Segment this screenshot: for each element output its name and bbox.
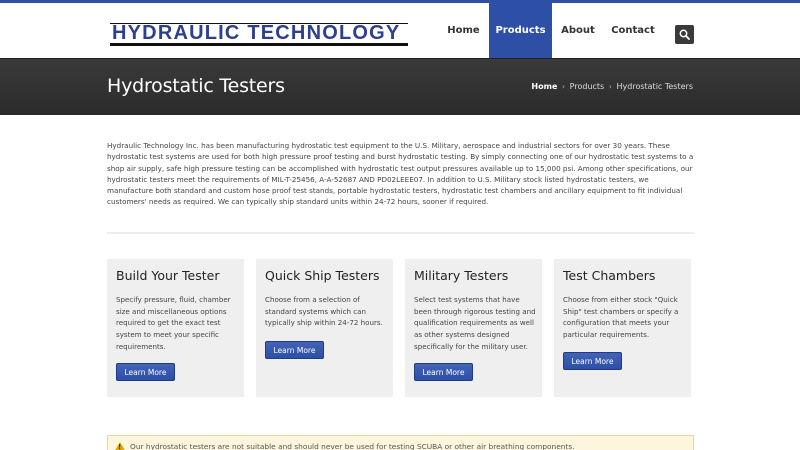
card-test-chambers: Test Chambers Choose from either stock "… [554, 259, 691, 397]
card-military-testers: Military Testers Select test systems tha… [405, 259, 542, 397]
learn-more-button[interactable]: Learn More [116, 363, 175, 381]
card-title: Quick Ship Testers [265, 268, 380, 283]
section-divider [107, 232, 694, 234]
learn-more-button[interactable]: Learn More [265, 341, 324, 359]
card-text: Select test systems that have been throu… [414, 295, 536, 351]
site-logo[interactable]: HYDRAULIC TECHNOLOGY [110, 22, 408, 47]
nav-item-contact[interactable]: Contact [604, 3, 662, 58]
card-title: Build Your Tester [116, 268, 220, 283]
breadcrumb-separator: › [561, 82, 566, 91]
card-build-your-tester: Build Your Tester Specify pressure, flui… [107, 259, 244, 397]
card-text: Choose from either stock "Quick Ship" te… [563, 295, 679, 340]
learn-more-button[interactable]: Learn More [414, 363, 473, 381]
card-title: Test Chambers [563, 268, 656, 283]
warning-icon-mark: ! [118, 443, 122, 450]
nav-item-products[interactable]: Products [489, 3, 552, 58]
page-title-band: Hydrostatic Testers Home › Products › Hy… [0, 58, 800, 115]
warning-text: Our hydrostatic testers are not suitable… [130, 442, 575, 450]
card-quick-ship-testers: Quick Ship Testers Choose from a selecti… [256, 259, 393, 397]
card-title: Military Testers [414, 268, 509, 283]
site-header: HYDRAULIC TECHNOLOGY Home Products About… [0, 3, 800, 58]
breadcrumb-separator: › [608, 82, 612, 91]
logo-bottom-rule [110, 43, 408, 46]
warning-notice: ! Our hydrostatic testers are not suitab… [107, 435, 694, 450]
intro-paragraph: Hydraulic Technology Inc. has been manuf… [107, 141, 694, 207]
card-text: Choose from a selection of standard syst… [265, 295, 383, 328]
breadcrumb: Home › Products › Hydrostatic Testers [531, 82, 693, 91]
card-text: Specify pressure, fluid, chamber size an… [116, 295, 231, 351]
search-icon [679, 29, 690, 40]
nav-item-home[interactable]: Home [438, 3, 489, 58]
breadcrumb-products[interactable]: Products [570, 82, 605, 91]
nav-item-about[interactable]: About [552, 3, 604, 58]
breadcrumb-home[interactable]: Home [531, 82, 557, 91]
logo-text: HYDRAULIC TECHNOLOGY [112, 22, 401, 44]
breadcrumb-current: Hydrostatic Testers [616, 82, 693, 91]
page-title: Hydrostatic Testers [107, 75, 285, 97]
search-button[interactable] [675, 25, 694, 44]
learn-more-button[interactable]: Learn More [563, 352, 622, 370]
